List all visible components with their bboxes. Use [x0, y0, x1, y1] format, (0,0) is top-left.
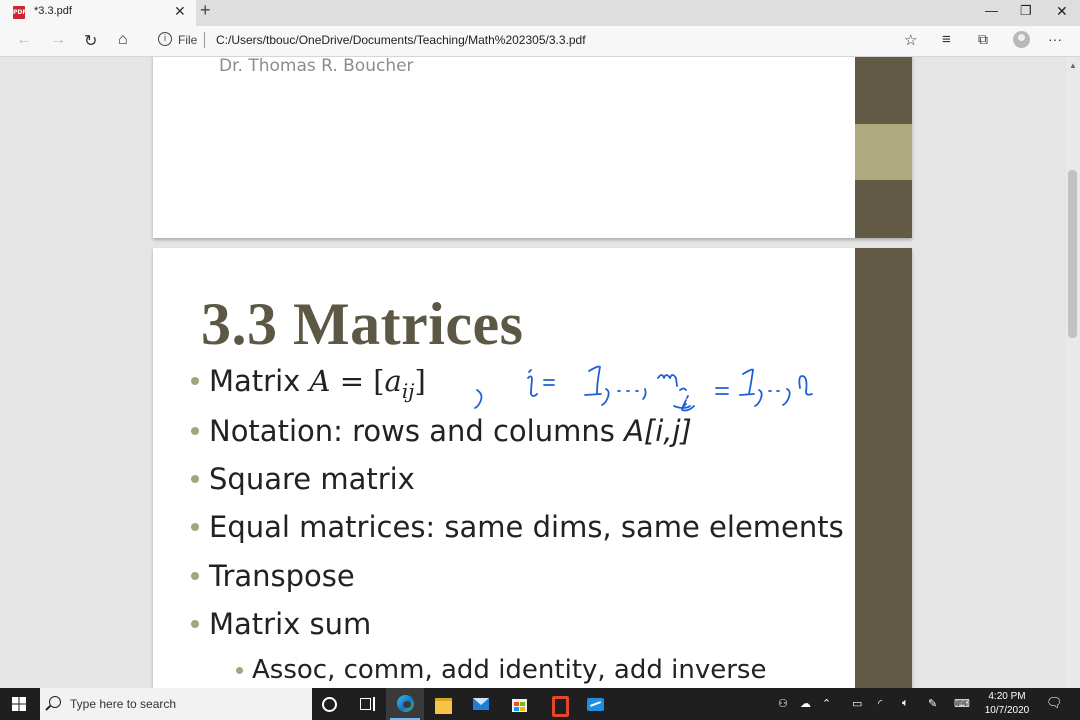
clock-date: 10/7/2020: [984, 705, 1030, 716]
bullet-equal: Equal matrices: same dims, same elements: [191, 510, 844, 544]
show-hidden-icons-chevron-icon[interactable]: ⌃: [822, 697, 831, 710]
volume-icon[interactable]: 🔈︎: [902, 697, 909, 710]
sub-bullet-assoc: Assoc, comm, add identity, add inverse: [236, 655, 767, 685]
bullet-dot-icon: [191, 427, 199, 435]
store-icon[interactable]: [500, 688, 538, 720]
search-icon: [49, 696, 61, 708]
notification-icon[interactable]: 🗨︎: [1046, 695, 1063, 711]
windows-start-icon[interactable]: [12, 697, 26, 711]
bullet-text: Matrix: [209, 364, 310, 398]
navigation-bar: ← → ↻ ⌂ i File C:/Users/tbouc/OneDrive/D…: [0, 26, 1080, 57]
address-separator: [204, 32, 205, 48]
bullet-dot-icon: [191, 377, 199, 385]
home-icon[interactable]: ⌂: [118, 31, 128, 49]
slide-sidebar-highlight: [855, 124, 912, 180]
taskbar-clock[interactable]: 4:20 PM 10/7/2020: [980, 690, 1034, 718]
bullet-dot-icon: [191, 475, 199, 483]
info-icon[interactable]: i: [158, 32, 172, 46]
math-A: A: [309, 364, 331, 398]
favorite-star-icon[interactable]: ☆: [904, 31, 917, 49]
profile-avatar[interactable]: [1013, 31, 1030, 48]
bullet-text: Matrix sum: [209, 607, 372, 641]
bullet-dot-icon: [191, 572, 199, 580]
whiteboard-icon[interactable]: [576, 688, 614, 720]
vertical-scrollbar[interactable]: ▲: [1066, 57, 1080, 688]
close-window-icon[interactable]: ✕: [1056, 3, 1068, 20]
bullet-transpose: Transpose: [191, 559, 355, 593]
edge-browser-icon[interactable]: [386, 688, 424, 720]
math-equals: = [: [330, 364, 385, 398]
cortana-icon[interactable]: [310, 688, 348, 720]
scroll-up-icon[interactable]: ▲: [1069, 61, 1077, 70]
bullet-dot-icon: [191, 523, 199, 531]
bullet-dot-icon: [191, 620, 199, 628]
address-bar[interactable]: i File C:/Users/tbouc/OneDrive/Documents…: [148, 29, 928, 53]
back-icon[interactable]: ←: [16, 31, 32, 49]
wifi-icon[interactable]: ◜: [878, 697, 882, 710]
bullet-sum: Matrix sum: [191, 607, 372, 641]
restore-icon[interactable]: ❐: [1020, 3, 1032, 19]
favorites-list-icon[interactable]: ≡: [942, 31, 951, 48]
bullet-square: Square matrix: [191, 462, 415, 496]
math-a: a: [384, 364, 402, 398]
office-icon[interactable]: [538, 688, 576, 720]
people-icon[interactable]: ⚇: [778, 697, 788, 710]
minimize-icon[interactable]: —: [985, 3, 998, 18]
mail-icon[interactable]: [462, 688, 500, 720]
close-tab-icon[interactable]: ✕: [174, 3, 186, 20]
onedrive-cloud-icon[interactable]: ☁: [800, 697, 811, 710]
bullet-notation: Notation: rows and columns A[i,j]: [191, 414, 692, 448]
bullet-text: Transpose: [209, 559, 355, 593]
pdf-file-icon: PDF: [13, 6, 26, 19]
tab-strip: PDF *3.3.pdf ✕ + — ❐ ✕: [0, 0, 1080, 26]
bullet-text: Assoc, comm, add identity, add inverse: [252, 655, 767, 685]
tab-pdf[interactable]: PDF *3.3.pdf ✕: [0, 0, 196, 26]
keyboard-icon[interactable]: ⌨: [954, 697, 970, 710]
bullet-matrix: Matrix A = [aij]: [191, 364, 426, 403]
slide-title: 3.3 Matrices: [201, 291, 524, 357]
math-close-bracket: ]: [414, 364, 426, 398]
bullet-text: Notation: rows and columns: [209, 414, 625, 448]
task-view-icon[interactable]: [348, 688, 386, 720]
forward-icon[interactable]: →: [50, 31, 66, 49]
search-placeholder: Type here to search: [70, 697, 177, 711]
pdf-page-2: 3.3 Matrices Matrix A = [aij] Notation: …: [153, 248, 912, 688]
slide-sidebar: [855, 248, 912, 688]
more-menu-icon[interactable]: ···: [1048, 31, 1062, 47]
math-subscript: ij: [401, 378, 415, 403]
collections-icon[interactable]: ⧉: [978, 31, 988, 48]
tab-title: *3.3.pdf: [34, 5, 72, 17]
refresh-icon[interactable]: ↻: [84, 31, 97, 51]
file-explorer-icon[interactable]: [424, 688, 462, 720]
bullet-dot-icon: [236, 667, 243, 674]
taskbar: Type here to search ⚇ ☁ ⌃ ▭ ◜ 🔈︎ ✎ ⌨ 4:2…: [0, 688, 1080, 720]
bullet-text: Equal matrices: same dims, same elements: [209, 510, 844, 544]
author-name: Dr. Thomas R. Boucher: [219, 57, 414, 76]
bullet-text: Square matrix: [209, 462, 415, 496]
new-tab-icon[interactable]: +: [200, 0, 211, 21]
pen-icon[interactable]: ✎: [928, 697, 937, 710]
battery-icon[interactable]: ▭: [852, 697, 862, 710]
clock-time: 4:20 PM: [988, 691, 1026, 702]
pdf-viewer[interactable]: Dr. Thomas R. Boucher 3.3 Matrices Matri…: [0, 57, 1080, 688]
scrollbar-thumb[interactable]: [1068, 170, 1077, 338]
taskbar-search-box[interactable]: Type here to search: [40, 688, 312, 720]
url-text[interactable]: C:/Users/tbouc/OneDrive/Documents/Teachi…: [216, 33, 586, 47]
bullet-math: A[i,j]: [624, 414, 692, 448]
pdf-page-1: Dr. Thomas R. Boucher: [153, 57, 912, 238]
file-label: File: [178, 33, 198, 47]
